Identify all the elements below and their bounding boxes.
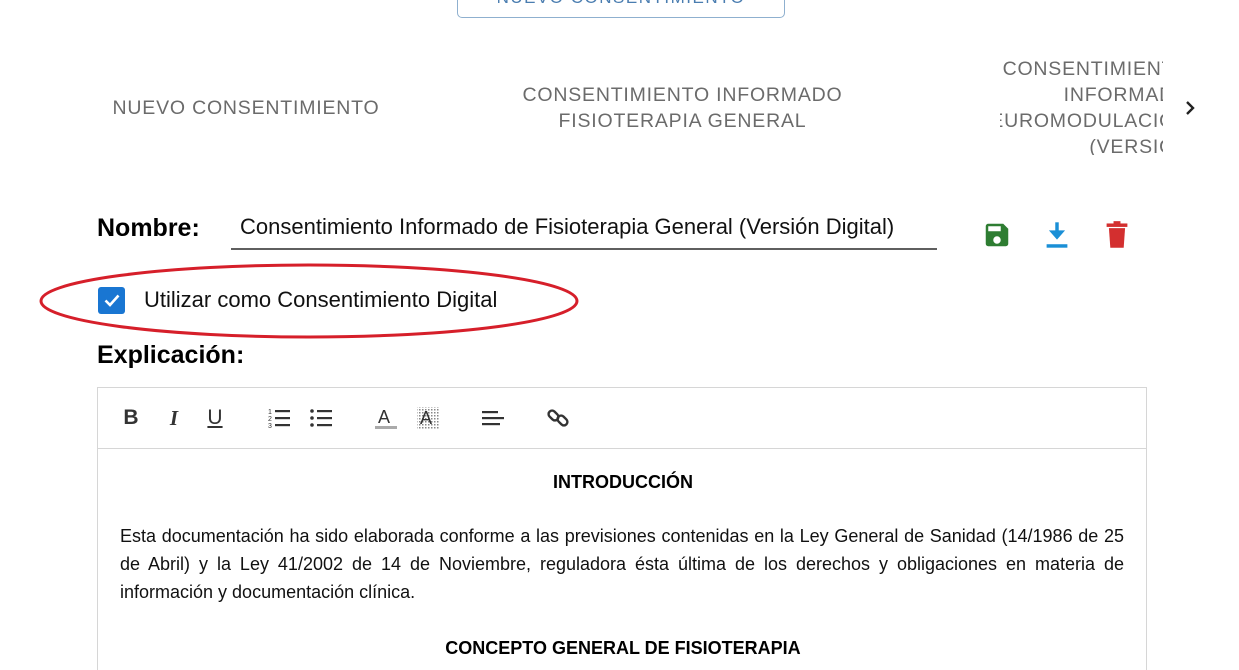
bold-button[interactable]: B xyxy=(120,404,142,432)
editor-toolbar: B I U 123 A A xyxy=(98,388,1146,449)
tab-label: NUEVO CONSENTIMIENTO xyxy=(112,96,380,119)
tab-label-line3: (VERSIÓN xyxy=(1089,135,1163,156)
italic-icon: I xyxy=(169,405,179,430)
name-label: Nombre: xyxy=(97,214,200,242)
delete-button[interactable] xyxy=(1101,218,1133,252)
digital-consent-checkbox-row[interactable]: Utilizar como Consentimiento Digital xyxy=(98,286,497,314)
svg-text:A: A xyxy=(378,407,390,427)
tab-fisioterapia-general[interactable]: CONSENTIMIENTO INFORMADO FISIOTERAPIA GE… xyxy=(500,60,865,155)
checkmark-icon xyxy=(104,294,119,307)
italic-button[interactable]: I xyxy=(163,404,185,432)
tab-neuromodulacion[interactable]: CONSENTIMIENTO INFORMADO NEUROMODULACIÓN… xyxy=(1000,60,1163,155)
tab-label-line1: CONSENTIMIENTO INFORMADO xyxy=(522,83,843,106)
tab-label-line1: CONSENTIMIENTO INFORMADO xyxy=(1002,60,1163,106)
tab-neuromodulacion-clip: CONSENTIMIENTO INFORMADO NEUROMODULACIÓN… xyxy=(1000,60,1163,155)
new-consent-button[interactable]: NUEVO CONSENTIMIENTO xyxy=(457,0,785,18)
name-input[interactable] xyxy=(231,206,937,250)
svg-text:2: 2 xyxy=(268,416,272,423)
bullet-list-button[interactable] xyxy=(310,404,334,432)
align-left-icon xyxy=(482,411,504,426)
align-button[interactable] xyxy=(481,404,505,432)
underline-icon: U xyxy=(207,406,223,429)
consent-tabs: NUEVO CONSENTIMIENTO CONSENTIMIENTO INFO… xyxy=(0,60,1239,155)
ordered-list-icon: 123 xyxy=(268,409,290,429)
paragraph-introduccion: Esta documentación ha sido elaborada con… xyxy=(120,526,1124,602)
download-icon xyxy=(1046,222,1068,248)
tab-label-line2: FISIOTERAPIA GENERAL xyxy=(558,109,807,132)
download-button[interactable] xyxy=(1041,218,1073,252)
link-button[interactable] xyxy=(546,404,570,432)
tabs-scroll-right-button[interactable] xyxy=(1175,92,1207,124)
highlight-color-button[interactable]: A xyxy=(416,404,440,432)
explanation-label: Explicación: xyxy=(97,341,245,369)
tab-nuevo-consentimiento[interactable]: NUEVO CONSENTIMIENTO xyxy=(95,60,397,155)
bullet-list-icon xyxy=(310,409,332,427)
text-color-button[interactable]: A xyxy=(374,404,398,432)
editor-content[interactable]: INTRODUCCIÓN Esta documentación ha sido … xyxy=(98,449,1146,670)
svg-text:1: 1 xyxy=(268,409,272,416)
heading-introduccion: INTRODUCCIÓN xyxy=(553,472,693,492)
chevron-right-icon xyxy=(1186,101,1195,115)
digital-consent-label: Utilizar como Consentimiento Digital xyxy=(144,287,498,312)
bold-icon: B xyxy=(123,406,139,429)
text-color-icon: A xyxy=(375,407,397,429)
tab-label-line2: NEUROMODULACIÓN xyxy=(1000,109,1163,132)
link-icon xyxy=(547,409,569,427)
svg-text:3: 3 xyxy=(268,423,272,429)
ordered-list-button[interactable]: 123 xyxy=(268,404,292,432)
trash-icon xyxy=(1106,221,1128,248)
heading-concepto-general: CONCEPTO GENERAL DE FISIOTERAPIA xyxy=(445,638,801,658)
rich-text-editor: B I U 123 A A INTRODUCCIÓN Esta document… xyxy=(97,387,1147,670)
save-button[interactable] xyxy=(981,218,1013,252)
underline-button[interactable]: U xyxy=(204,404,226,432)
save-icon xyxy=(985,223,1009,247)
digital-consent-checkbox[interactable] xyxy=(98,286,125,314)
highlight-color-icon: A xyxy=(417,407,439,429)
svg-text:A: A xyxy=(420,408,432,428)
consent-editor-page: NUEVO CONSENTIMIENTO NUEVO CONSENTIMIENT… xyxy=(0,0,1239,670)
